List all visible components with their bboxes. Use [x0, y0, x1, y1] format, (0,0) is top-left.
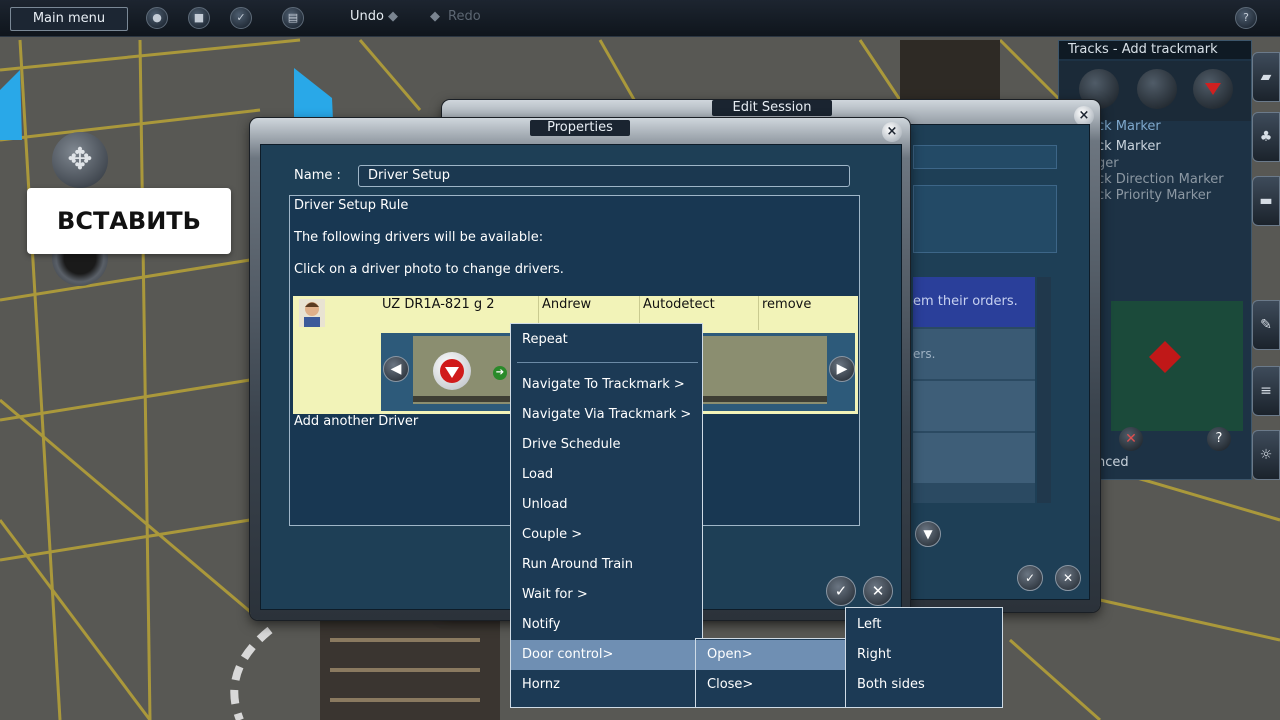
menu-item-repeat[interactable]: Repeat	[511, 325, 702, 355]
remove-driver-cell[interactable]: remove	[759, 296, 858, 330]
redo-arrow-icon: ◆	[430, 9, 440, 24]
top-toolbar: Main menu ● ■ ✓ ▤ Undo ◆ ◆ Redo ?	[0, 0, 1280, 37]
submenu-item-open[interactable]: Open>	[696, 640, 846, 670]
tracks-item-3[interactable]: ger	[1097, 156, 1119, 171]
menu-divider	[517, 362, 698, 363]
undo-button[interactable]: Undo	[350, 9, 384, 24]
session-scrollbar[interactable]	[1037, 277, 1051, 503]
properties-ok-icon[interactable]: ✓	[826, 576, 856, 606]
camera-icon[interactable]: ●	[146, 7, 168, 29]
tracks-panel-title: Tracks - Add trackmark	[1059, 41, 1251, 59]
tracks-item-2[interactable]: ck Marker	[1097, 139, 1161, 154]
driver-photo-cell[interactable]	[293, 296, 380, 414]
tool-icon[interactable]: ✓	[230, 7, 252, 29]
edit-session-close-icon[interactable]: ×	[1074, 106, 1094, 126]
edit-session-title: Edit Session	[712, 100, 832, 116]
rule-title: Driver Setup Rule	[294, 198, 409, 213]
door-control-submenu: Open> Close>	[695, 638, 847, 708]
session-rule-row[interactable]: ers.	[913, 329, 1035, 379]
cancel-icon[interactable]: ✕	[1119, 427, 1143, 451]
menu-item-navigate-to[interactable]: Navigate To Trackmark >	[511, 370, 702, 400]
side-tab-layers[interactable]: ≡	[1252, 366, 1280, 416]
tracks-item-5[interactable]: ck Priority Marker	[1097, 188, 1211, 203]
direction-marker-tool-icon[interactable]	[1193, 69, 1233, 109]
properties-title: Properties	[530, 120, 630, 136]
name-label: Name :	[294, 168, 341, 183]
add-driver-link[interactable]: Add another Driver	[294, 414, 418, 429]
prev-order-icon[interactable]: ◀	[383, 356, 409, 382]
submenu-item-left[interactable]: Left	[846, 610, 1002, 640]
order-stop-icon[interactable]	[433, 352, 471, 390]
stop-icon[interactable]: ■	[188, 7, 210, 29]
menu-item-load[interactable]: Load	[511, 460, 702, 490]
track-preview	[1111, 301, 1243, 431]
side-tab-tracks[interactable]: ▬	[1252, 176, 1280, 226]
name-input[interactable]: Driver Setup	[358, 165, 850, 187]
menu-item-drive-schedule[interactable]: Drive Schedule	[511, 430, 702, 460]
properties-close-icon[interactable]: ×	[882, 122, 902, 142]
submenu-item-close[interactable]: Close>	[696, 670, 846, 700]
change-drivers-hint: Click on a driver photo to change driver…	[294, 262, 564, 277]
command-context-menu: Repeat Navigate To Trackmark > Navigate …	[510, 323, 703, 708]
menu-item-couple[interactable]: Couple >	[511, 520, 702, 550]
session-rule-row[interactable]: em their orders.	[913, 277, 1035, 327]
menu-item-run-around-train[interactable]: Run Around Train	[511, 550, 702, 580]
session-cancel-icon[interactable]: ✕	[1055, 565, 1081, 591]
side-tab-scenery[interactable]: ♣	[1252, 112, 1280, 162]
submenu-item-right[interactable]: Right	[846, 640, 1002, 670]
menu-item-wait-for[interactable]: Wait for >	[511, 580, 702, 610]
door-open-submenu: Left Right Both sides	[845, 607, 1003, 708]
order-add-icon[interactable]: ➔	[493, 366, 507, 380]
driver-photo[interactable]	[293, 296, 379, 330]
main-menu-button[interactable]: Main menu	[10, 7, 128, 31]
menu-item-notify[interactable]: Notify	[511, 610, 702, 640]
side-tab-terrain[interactable]: ▰	[1252, 52, 1280, 102]
side-tab-tools[interactable]: ✎	[1252, 300, 1280, 350]
undo-arrow-icon: ◆	[388, 9, 398, 24]
tracks-item-4[interactable]: ck Direction Marker	[1097, 172, 1224, 187]
next-order-icon[interactable]: ▶	[829, 356, 855, 382]
help-icon[interactable]: ?	[1207, 427, 1231, 451]
tracks-advanced-label[interactable]: nced	[1097, 455, 1129, 470]
left-handle-icon[interactable]	[0, 70, 30, 140]
redo-button[interactable]: Redo	[448, 9, 481, 24]
move-arrows-icon[interactable]: ✥	[52, 132, 108, 188]
menu-item-door-control[interactable]: Door control>	[511, 640, 702, 670]
tracks-item-1[interactable]: ck Marker	[1097, 119, 1161, 134]
menu-item-navigate-via[interactable]: Navigate Via Trackmark >	[511, 400, 702, 430]
drivers-available-text: The following drivers will be available:	[294, 230, 544, 245]
paste-button[interactable]: ВСТАВИТЬ	[27, 188, 231, 254]
trigger-tool-icon[interactable]	[1137, 69, 1177, 109]
menu-item-unload[interactable]: Unload	[511, 490, 702, 520]
menu-item-hornz[interactable]: Hornz	[511, 670, 702, 700]
move-down-icon[interactable]: ▼	[915, 521, 941, 547]
delete-icon[interactable]: ▤	[282, 7, 304, 29]
session-ok-icon[interactable]: ✓	[1017, 565, 1043, 591]
session-rule-list[interactable]: em their orders. ers.	[913, 277, 1035, 503]
properties-cancel-icon[interactable]: ✕	[863, 576, 893, 606]
help-button[interactable]: ?	[1235, 7, 1257, 29]
submenu-item-both-sides[interactable]: Both sides	[846, 670, 1002, 700]
side-tab-settings[interactable]: ☼	[1252, 430, 1280, 480]
